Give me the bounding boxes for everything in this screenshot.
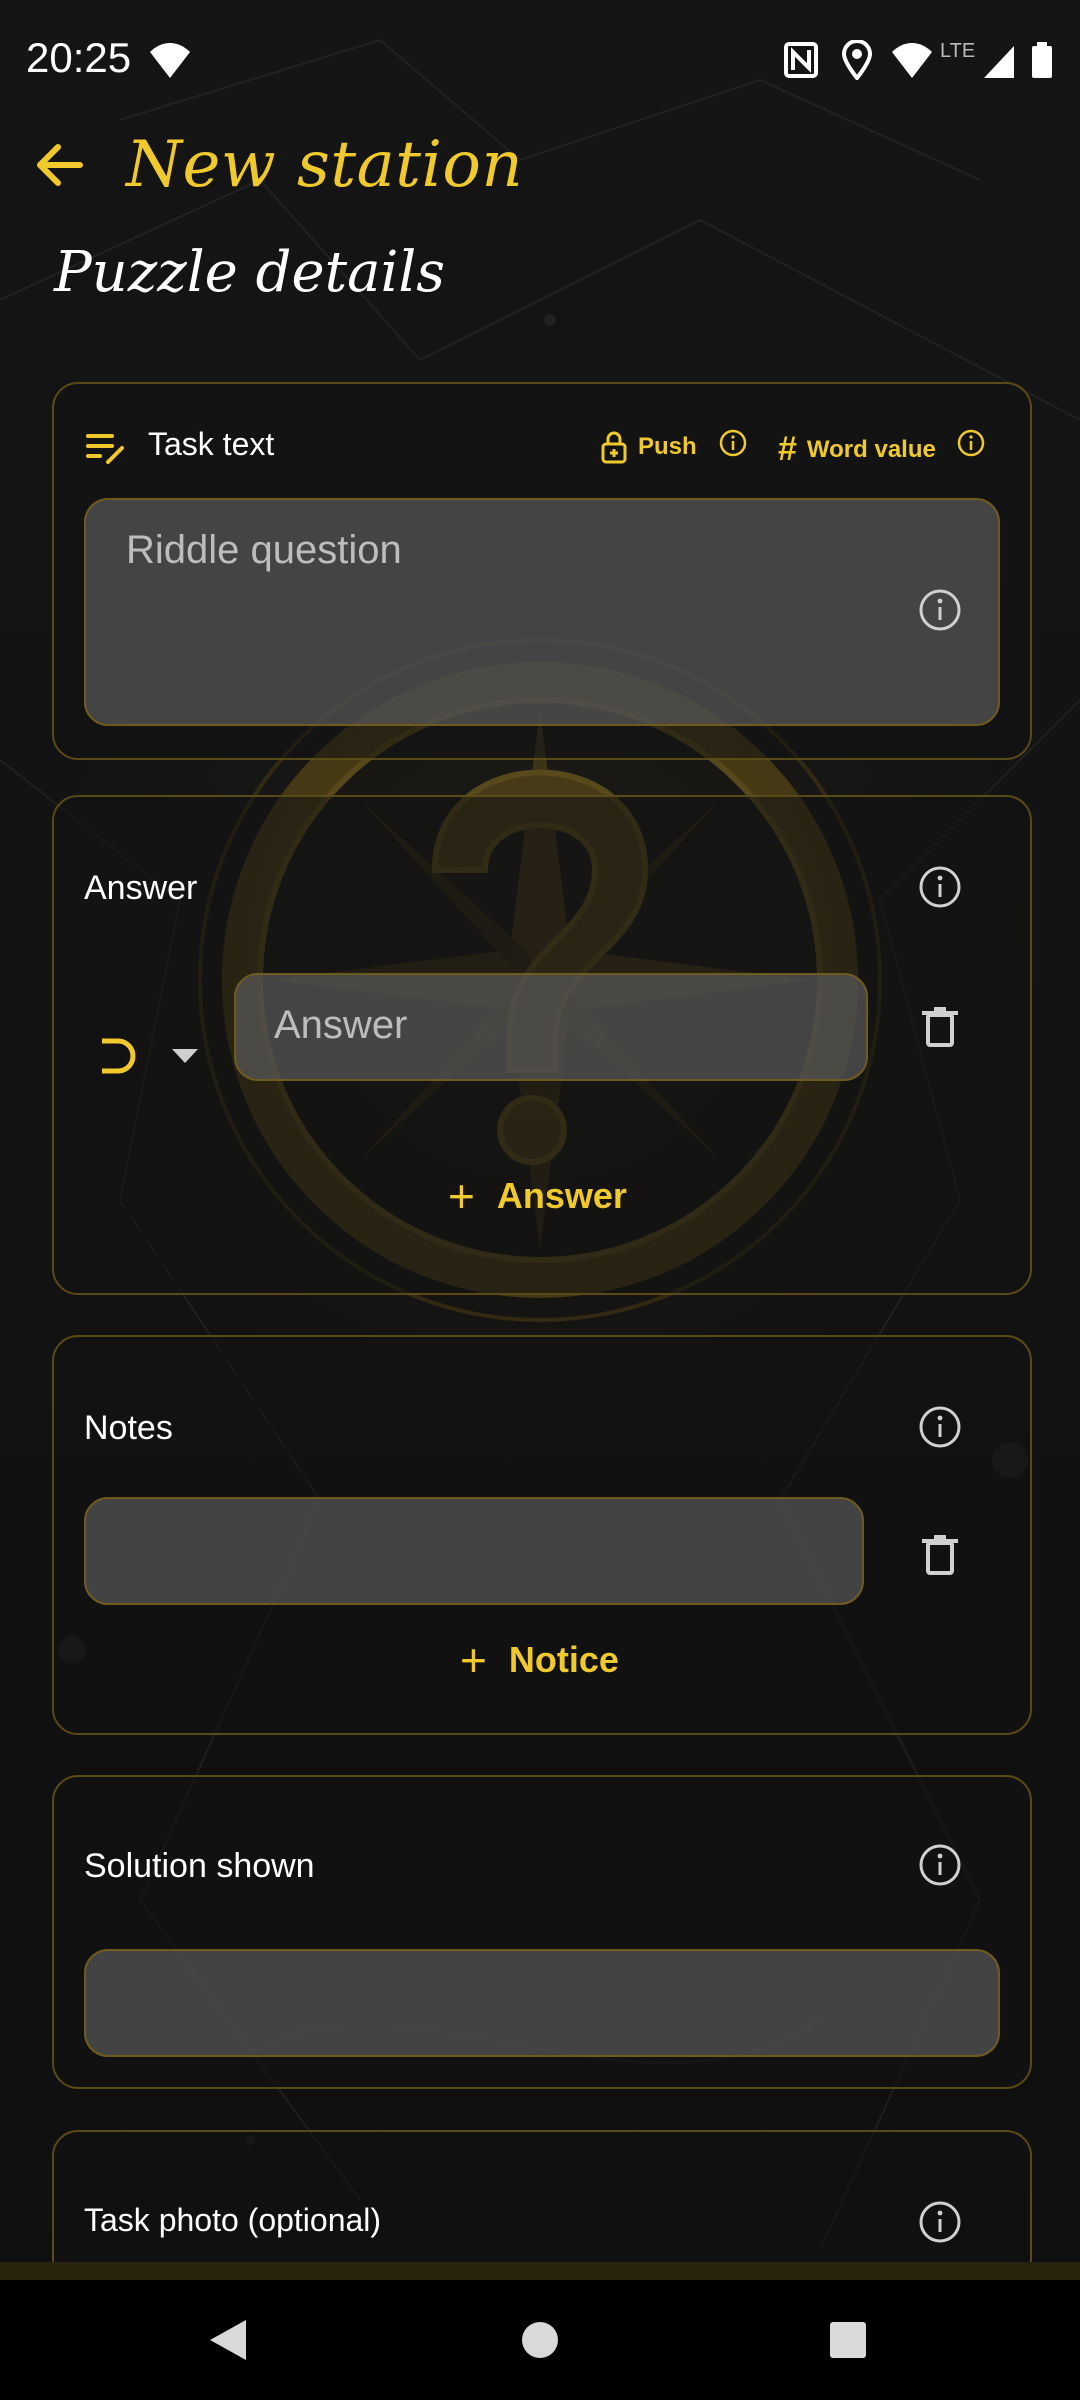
push-toggle[interactable]: Push [600,430,697,464]
answer-type-dropdown[interactable] [98,1033,208,1083]
nav-home-button[interactable] [480,2280,600,2400]
location-icon [842,40,872,80]
riddle-question-input[interactable]: Riddle question [84,498,1000,726]
notes-info-icon[interactable] [918,1405,962,1449]
delete-answer-icon[interactable] [920,1005,960,1049]
plus-icon: + [448,1170,475,1222]
system-nav-bar [0,2280,1080,2400]
solution-info-icon[interactable] [918,1843,962,1887]
add-notice-label: Notice [508,1639,619,1680]
push-label: Push [638,433,697,460]
status-time: 20:25 [26,34,132,81]
app-title: New station [126,128,524,202]
answer-input[interactable]: Answer [234,973,868,1081]
lte-label: LTE [940,40,976,62]
note-input[interactable] [84,1497,864,1605]
section-title: Puzzle details [54,240,446,305]
nav-back-button[interactable] [168,2280,288,2400]
solution-input[interactable] [84,1949,1000,2057]
edit-text-icon [86,434,124,464]
add-answer-button[interactable]: + Answer [448,1173,627,1219]
battery-icon [1032,42,1052,78]
wifi-icon [892,43,932,78]
riddle-info-icon[interactable] [918,588,962,632]
task-text-card: Task text Push # Word value Riddle quest… [52,382,1032,760]
chevron-down-icon [172,1049,198,1063]
nav-recents-icon [830,2322,866,2358]
bottom-decor-strip [0,2262,1080,2280]
lock-icon [601,431,627,464]
solution-card: Solution shown [52,1775,1032,2089]
signal-icon [984,46,1014,78]
superset-icon [102,1038,136,1074]
delete-note-icon[interactable] [920,1533,960,1577]
word-value-label: Word value [806,435,936,463]
task-text-title: Task text [148,426,275,462]
nav-recents-button[interactable] [788,2280,908,2400]
answer-placeholder: Answer [274,1003,408,1047]
push-info-icon[interactable] [718,428,748,458]
word-value-toggle[interactable]: # Word value [778,430,936,469]
hash-icon: # [778,430,797,468]
back-arrow-icon[interactable] [30,135,90,195]
nav-back-icon [210,2320,246,2360]
nfc-icon [784,42,818,78]
nav-home-icon [522,2322,558,2358]
word-value-info-icon[interactable] [956,428,986,458]
answer-info-icon[interactable] [918,865,962,909]
answer-card: Answer Answer + Answer [52,795,1032,1295]
notes-title: Notes [84,1409,173,1447]
task-photo-title: Task photo (optional) [84,2202,382,2238]
add-notice-button[interactable]: + Notice [460,1637,619,1683]
add-answer-label: Answer [496,1175,627,1216]
notes-card: Notes + Notice [52,1335,1032,1735]
plus-icon: + [460,1634,487,1686]
status-bar: 20:25 LTE [0,0,1080,120]
wifi-icon [150,43,190,78]
solution-title: Solution shown [84,1847,315,1885]
riddle-placeholder: Riddle question [126,528,402,572]
task-photo-info-icon[interactable] [918,2200,962,2244]
answer-title: Answer [84,869,198,907]
